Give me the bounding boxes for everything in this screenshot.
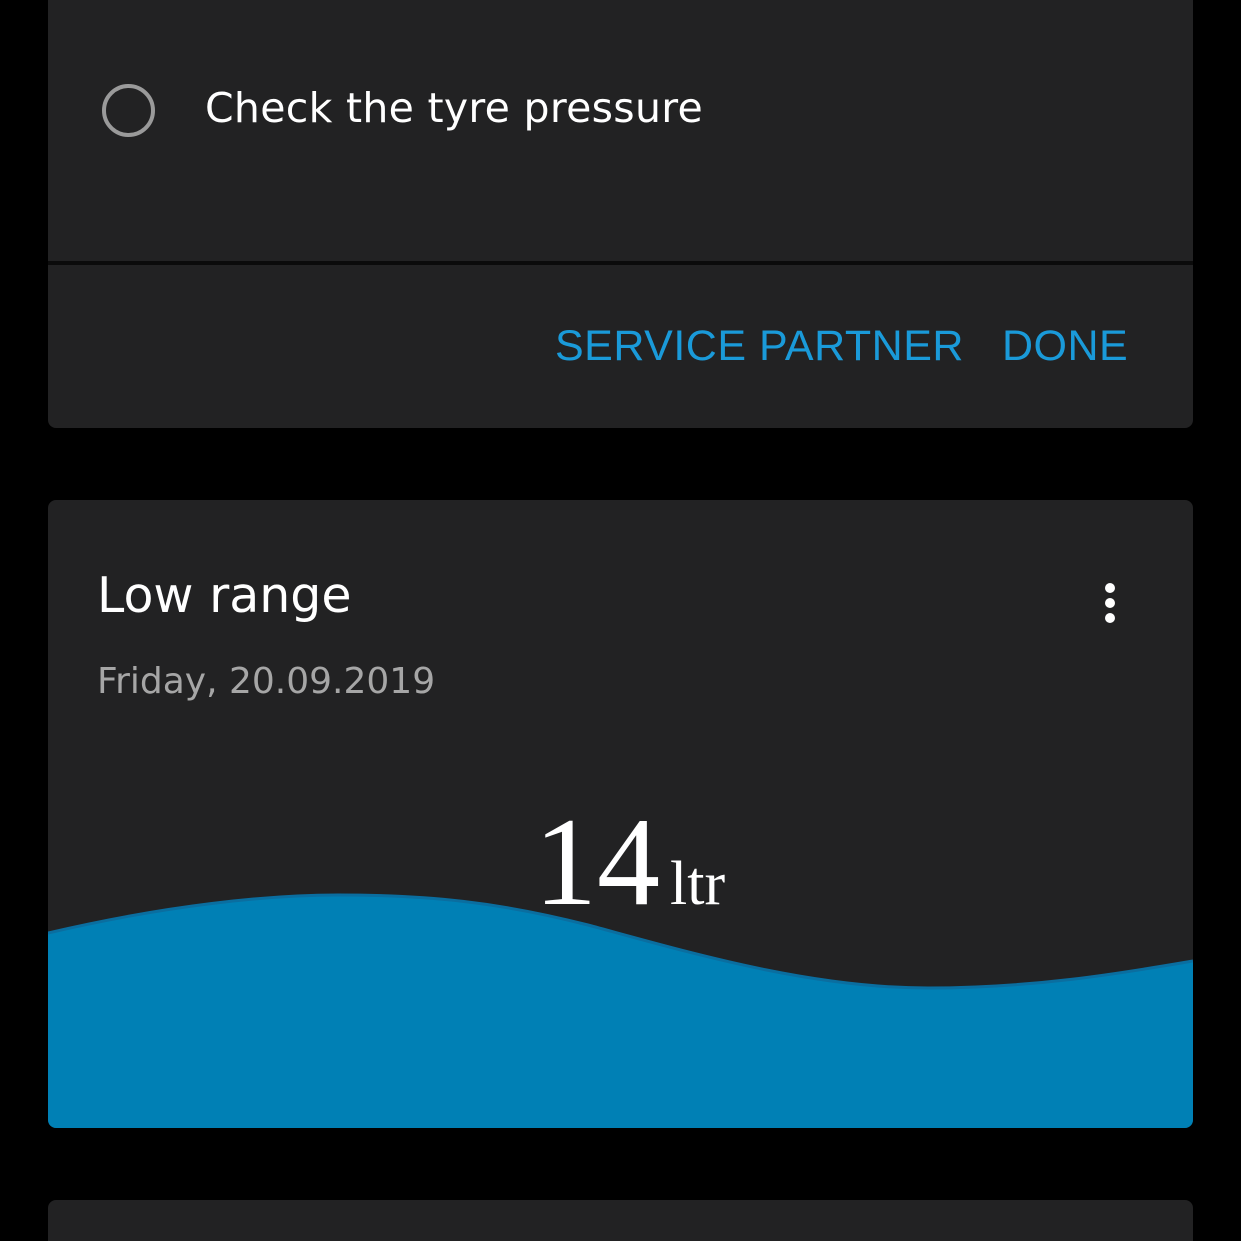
low-range-card[interactable]: Low range Friday, 20.09.2019 14 ltr xyxy=(48,500,1193,1128)
checklist-item[interactable]: Check the tyre pressure xyxy=(48,62,1193,162)
checklist-item-label: Check the tyre pressure xyxy=(205,84,704,132)
fuel-value: 14 xyxy=(534,793,660,932)
card-date: Friday, 20.09.2019 xyxy=(97,661,436,702)
radio-unchecked-icon[interactable] xyxy=(102,84,155,137)
fuel-remaining: 14 ltr xyxy=(534,800,725,926)
card-title: Low range xyxy=(97,567,352,624)
service-partner-button[interactable]: SERVICE PARTNER xyxy=(555,322,964,371)
service-checklist-card: Check the tyre pressure SERVICE PARTNER … xyxy=(48,0,1193,428)
card-divider xyxy=(48,261,1193,265)
next-card xyxy=(48,1200,1193,1241)
done-button[interactable]: DONE xyxy=(1002,322,1128,371)
more-vertical-icon[interactable] xyxy=(1096,580,1126,626)
fuel-unit: ltr xyxy=(670,850,726,918)
app-screen: Check the tyre pressure SERVICE PARTNER … xyxy=(0,0,1241,1241)
